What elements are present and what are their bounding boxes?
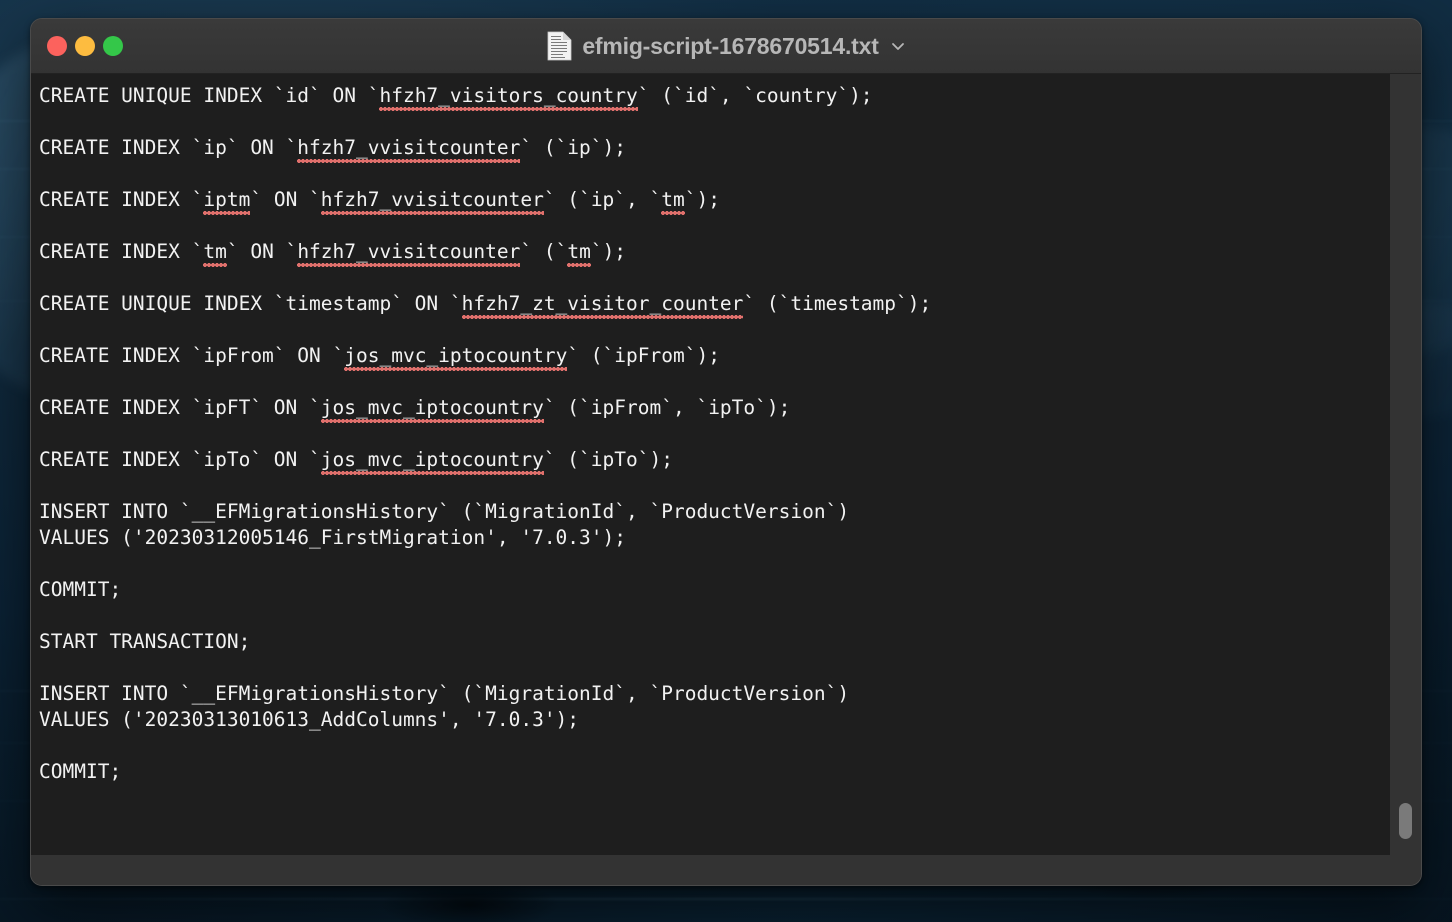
text-blank-line (39, 655, 1390, 681)
text-blank-line (39, 603, 1390, 629)
text-blank-line (39, 317, 1390, 343)
window-titlebar[interactable]: efmig-script-1678670514.txt (31, 19, 1421, 74)
spellcheck-underline: jos_mvc_iptocountry (320, 396, 544, 423)
text-editor-window: efmig-script-1678670514.txt CREATE UNIQU… (30, 18, 1422, 886)
spellcheck-underline: jos_mvc_iptocountry (344, 344, 568, 371)
spellcheck-underline: hfzh7_visitors_country (379, 84, 638, 111)
text-line: CREATE UNIQUE INDEX `id` ON `hfzh7_visit… (39, 83, 1390, 111)
vertical-scrollbar[interactable] (1397, 78, 1412, 849)
text-line: CREATE UNIQUE INDEX `timestamp` ON `hfzh… (39, 291, 1390, 319)
text-line: CREATE INDEX `ipFT` ON `jos_mvc_iptocoun… (39, 395, 1390, 423)
text-line: CREATE INDEX `iptm` ON `hfzh7_vvisitcoun… (39, 187, 1390, 215)
close-window-button[interactable] (47, 36, 67, 56)
text-line: INSERT INTO `__EFMigrationsHistory` (`Mi… (39, 500, 850, 523)
text-blank-line (39, 473, 1390, 499)
text-line: CREATE INDEX `tm` ON `hfzh7_vvisitcounte… (39, 239, 1390, 267)
window-title-group: efmig-script-1678670514.txt (31, 19, 1421, 73)
text-document-icon (547, 31, 572, 61)
text-line: START TRANSACTION; (39, 630, 251, 653)
spellcheck-underline: hfzh7_vvisitcounter (297, 136, 521, 163)
text-line: CREATE INDEX `ipFrom` ON `jos_mvc_iptoco… (39, 343, 1390, 371)
spellcheck-underline: hfzh7_zt_visitor_counter (461, 292, 744, 319)
spellcheck-underline: tm (567, 240, 591, 267)
text-blank-line (39, 265, 1390, 291)
text-line: CREATE INDEX `ip` ON `hfzh7_vvisitcounte… (39, 135, 1390, 163)
text-line: VALUES ('20230312005146_FirstMigration',… (39, 526, 626, 549)
spellcheck-underline: iptm (203, 188, 251, 215)
text-blank-line (39, 421, 1390, 447)
document-text[interactable]: CREATE UNIQUE INDEX `id` ON `hfzh7_visit… (31, 74, 1390, 785)
text-line: COMMIT; (39, 760, 122, 783)
spellcheck-underline: tm (661, 188, 685, 215)
spellcheck-underline: hfzh7_vvisitcounter (297, 240, 521, 267)
text-blank-line (39, 369, 1390, 395)
spellcheck-underline: hfzh7_vvisitcounter (320, 188, 544, 215)
spellcheck-underline: tm (203, 240, 227, 267)
text-line: COMMIT; (39, 578, 122, 601)
maximize-window-button[interactable] (103, 36, 123, 56)
text-blank-line (39, 551, 1390, 577)
text-line: VALUES ('20230313010613_AddColumns', '7.… (39, 708, 580, 731)
window-bottom-bar (31, 855, 1421, 885)
window-title: efmig-script-1678670514.txt (582, 32, 879, 59)
document-area: CREATE UNIQUE INDEX `id` ON `hfzh7_visit… (31, 74, 1421, 885)
vertical-scrollbar-thumb[interactable] (1399, 803, 1412, 839)
text-blank-line (39, 161, 1390, 187)
text-line: INSERT INTO `__EFMigrationsHistory` (`Mi… (39, 682, 850, 705)
chevron-down-icon[interactable] (891, 39, 905, 53)
text-editing-pane[interactable]: CREATE UNIQUE INDEX `id` ON `hfzh7_visit… (31, 74, 1390, 855)
window-controls (31, 36, 123, 56)
minimize-window-button[interactable] (75, 36, 95, 56)
spellcheck-underline: jos_mvc_iptocountry (320, 448, 544, 475)
text-blank-line (39, 733, 1390, 759)
text-blank-line (39, 109, 1390, 135)
text-line: CREATE INDEX `ipTo` ON `jos_mvc_iptocoun… (39, 447, 1390, 475)
text-blank-line (39, 213, 1390, 239)
